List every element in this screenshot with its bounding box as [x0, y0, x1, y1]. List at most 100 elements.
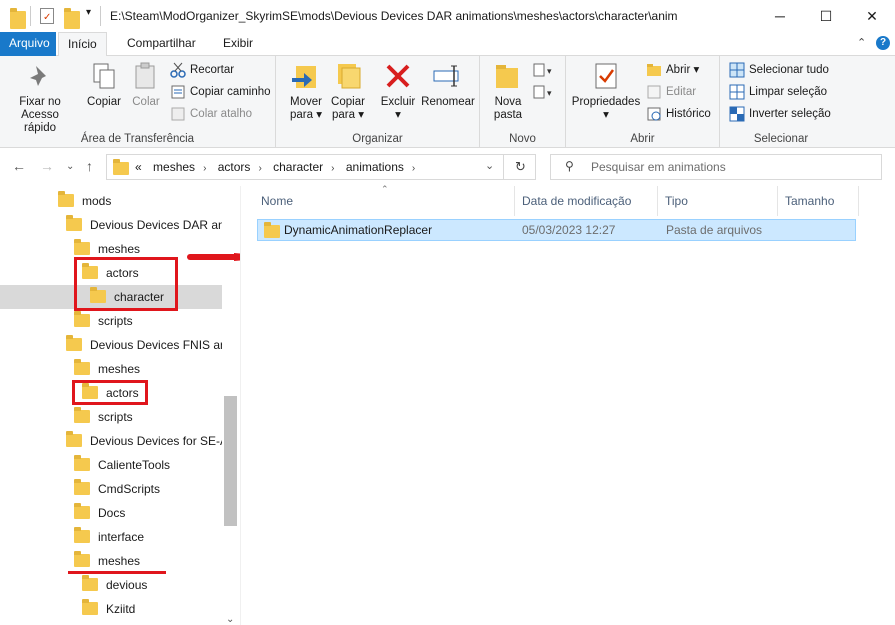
chevron-right-icon[interactable]: ›: [258, 163, 261, 174]
new-folder-button[interactable]: Nova pasta: [488, 60, 528, 122]
tree-item-calientetools[interactable]: CalienteTools: [0, 453, 222, 477]
breadcrumb-overflow[interactable]: «: [135, 160, 142, 174]
breadcrumb-actors[interactable]: actors: [218, 160, 251, 174]
clipboard-group: Fixar no Acesso rápido Copiar Colar Reco…: [0, 56, 276, 148]
copy-to-button[interactable]: Copiar para ▾: [328, 60, 368, 122]
breadcrumb-character[interactable]: character: [273, 160, 323, 174]
minimize-button[interactable]: ─: [757, 0, 803, 32]
folder-icon: [66, 431, 82, 447]
forward-arrow-icon[interactable]: →: [40, 158, 54, 174]
chevron-right-icon[interactable]: ›: [412, 163, 415, 174]
tab-home[interactable]: Início: [58, 32, 107, 57]
open-group: Propriedades ▾ Abrir ▾ Editar Histórico …: [566, 56, 720, 148]
file-name: DynamicAnimationReplacer: [284, 223, 433, 237]
rename-label: Renomear: [421, 96, 475, 108]
back-arrow-icon[interactable]: ←: [12, 158, 26, 174]
open-icon: [646, 62, 662, 78]
breadcrumb-animations[interactable]: animations: [346, 160, 404, 174]
up-arrow-icon[interactable]: ↑: [86, 158, 93, 174]
properties-label-2: ▾: [603, 109, 609, 121]
tree-item-interface[interactable]: interface: [0, 525, 222, 549]
navigation-bar: ← → ⌄ ↑ « meshes › actors › character › ani…: [0, 148, 895, 186]
move-to-icon: [290, 60, 322, 92]
address-bar[interactable]: « meshes › actors › character › animations ›…: [106, 154, 536, 180]
tree-item-dd-fnis[interactable]: Devious Devices FNIS animations: [0, 333, 222, 357]
history-button[interactable]: Histórico: [646, 105, 711, 123]
tree-item-dd-dar[interactable]: Devious Devices DAR animations: [0, 213, 222, 237]
clipboard-group-label: Área de Transferência: [80, 133, 195, 145]
help-icon[interactable]: ?: [876, 36, 890, 50]
tree-item-docs[interactable]: Docs: [0, 501, 222, 525]
open-group-label: Abrir: [630, 133, 655, 145]
edit-label: Editar: [666, 86, 697, 98]
copy-path-icon: [170, 84, 186, 100]
tree-item-mods[interactable]: mods: [0, 189, 222, 213]
ribbon-tabs: Arquivo Início Compartilhar Exibir ⌃ ?: [0, 32, 895, 57]
tree-item-dd-se-ae[interactable]: Devious Devices for SE-AE: [0, 429, 222, 453]
tab-file[interactable]: Arquivo: [0, 32, 56, 56]
breadcrumb-meshes[interactable]: meshes: [153, 160, 195, 174]
tree-item-scripts[interactable]: scripts: [0, 405, 222, 429]
folder-icon: [264, 222, 280, 238]
collapse-ribbon-icon[interactable]: ⌃: [857, 36, 866, 49]
tree-item-scripts[interactable]: scripts: [0, 309, 222, 333]
column-header-size[interactable]: Tamanho: [779, 186, 859, 216]
invert-selection-icon: [729, 106, 745, 122]
clear-selection-button[interactable]: Limpar seleção: [729, 83, 827, 101]
tree-item-kziitd[interactable]: Kziitd: [0, 597, 222, 621]
folder-icon: [66, 335, 82, 351]
column-header-type[interactable]: Tipo: [659, 186, 778, 216]
customize-quick-access-icon[interactable]: ▾: [86, 7, 91, 18]
table-row[interactable]: DynamicAnimationReplacer 05/03/2023 12:2…: [257, 219, 856, 241]
chevron-right-icon[interactable]: ›: [203, 163, 206, 174]
chevron-right-icon[interactable]: ›: [331, 163, 334, 174]
paste-shortcut-button[interactable]: Colar atalho: [170, 105, 252, 123]
copy-to-label-1: Copiar: [331, 96, 365, 108]
divider: [100, 6, 101, 26]
close-button[interactable]: ✕: [849, 0, 895, 32]
annotation-box-dar-actors: [74, 257, 178, 311]
recent-locations-chevron-icon[interactable]: ⌄: [66, 161, 74, 172]
new-item-icon[interactable]: ▾: [532, 62, 558, 81]
tab-share[interactable]: Compartilhar: [118, 32, 205, 56]
refresh-icon[interactable]: ↻: [515, 159, 526, 175]
search-input[interactable]: ⚲ Pesquisar em animations: [550, 154, 882, 180]
new-folder-quick-icon[interactable]: [64, 8, 80, 29]
pin-quick-access-button[interactable]: Fixar no Acesso rápido: [4, 60, 76, 135]
folder-icon: [74, 503, 90, 519]
copy-path-button[interactable]: Copiar caminho: [170, 83, 271, 101]
tree-item-meshes[interactable]: meshes: [0, 357, 222, 381]
delete-button[interactable]: Excluir ▾: [378, 60, 418, 122]
copy-button[interactable]: Copiar: [82, 60, 126, 109]
properties-button[interactable]: Propriedades ▾: [570, 60, 642, 122]
select-all-button[interactable]: Selecionar tudo: [729, 61, 829, 79]
tab-view[interactable]: Exibir: [214, 32, 262, 56]
clear-selection-icon: [729, 84, 745, 100]
invert-selection-label: Inverter seleção: [749, 108, 831, 120]
move-to-label-2: para ▾: [290, 109, 322, 121]
invert-selection-button[interactable]: Inverter seleção: [729, 105, 831, 123]
select-all-label: Selecionar tudo: [749, 64, 829, 76]
edit-button[interactable]: Editar: [646, 83, 696, 101]
tree-item-cmdscripts[interactable]: CmdScripts: [0, 477, 222, 501]
move-to-button[interactable]: Mover para ▾: [286, 60, 326, 122]
tree-item-devious[interactable]: devious: [0, 573, 222, 597]
paste-button[interactable]: Colar: [128, 60, 164, 109]
cut-button[interactable]: Recortar: [170, 61, 234, 79]
select-all-icon: [729, 62, 745, 78]
address-dropdown-icon[interactable]: ⌄: [485, 159, 494, 172]
nav-scrollbar-thumb[interactable]: [224, 396, 237, 526]
open-button[interactable]: Abrir ▾: [646, 61, 699, 79]
tree-item-meshes[interactable]: meshes: [0, 549, 222, 573]
column-header-date[interactable]: Data de modificação: [516, 186, 658, 216]
rename-button[interactable]: Renomear: [420, 60, 476, 109]
history-icon: [646, 106, 662, 122]
easy-access-icon[interactable]: ▾: [532, 84, 558, 103]
scissors-icon: [170, 62, 186, 78]
scroll-down-icon[interactable]: ⌄: [226, 614, 234, 625]
properties-quick-icon[interactable]: ✓: [40, 8, 54, 24]
maximize-button[interactable]: ☐: [803, 0, 849, 32]
open-label: Abrir ▾: [666, 64, 700, 76]
copy-path-label: Copiar caminho: [190, 86, 271, 98]
column-header-name[interactable]: Nome: [255, 186, 515, 216]
